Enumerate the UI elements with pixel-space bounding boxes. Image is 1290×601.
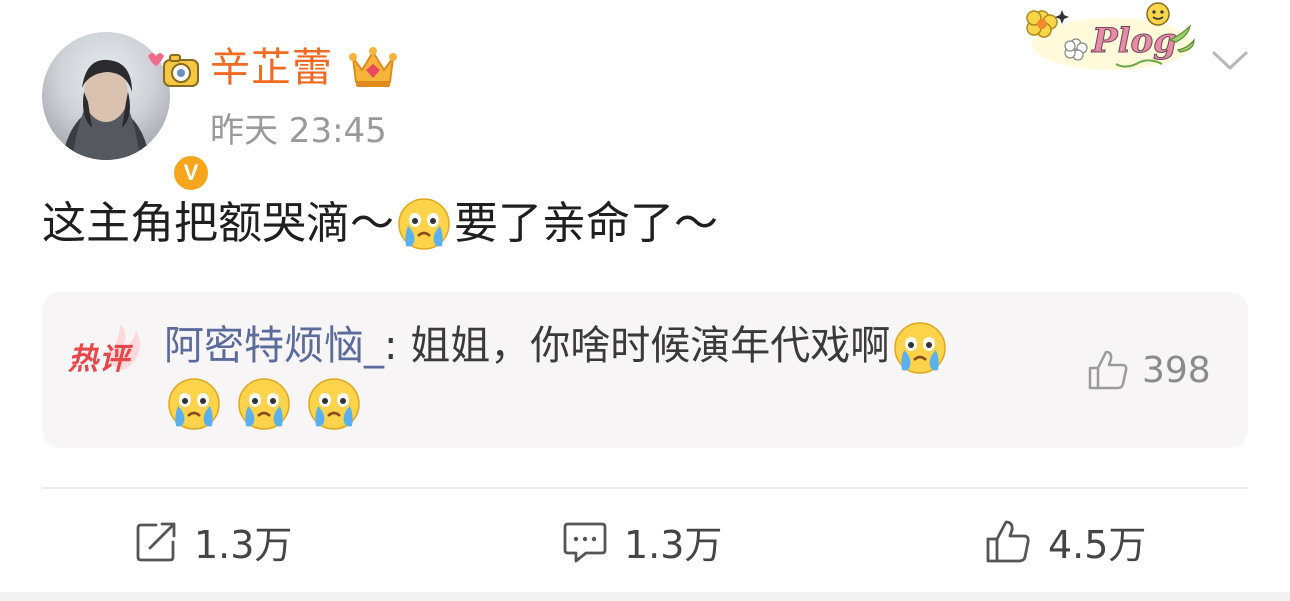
crying-face-emoji-icon: [398, 198, 450, 250]
thumbs-up-icon: [1088, 350, 1128, 390]
weibo-post-card: V 辛芷蕾 昨天 23:45 Plog 这主角把额哭滴～ 要了亲命了～ 热评 阿…: [0, 0, 1290, 601]
crying-face-emoji-icon: [168, 378, 220, 430]
post-text: 这主角把额哭滴～ 要了亲命了～: [42, 194, 718, 254]
divider: [42, 487, 1248, 489]
repost-icon: [136, 522, 176, 561]
avatar-container[interactable]: V: [42, 32, 212, 194]
comment-body: 姐姐，你啥时候演年代戏啊: [397, 323, 891, 369]
plog-sticker-icon[interactable]: Plog: [1020, 0, 1200, 76]
verified-badge: V: [170, 152, 212, 194]
hot-comment-box[interactable]: 热评 阿密特烦恼_: 姐姐，你啥时候演年代戏啊 398: [42, 292, 1248, 448]
comment-button[interactable]: 1.3万: [562, 514, 722, 569]
crown-icon: [349, 47, 397, 87]
hot-comment-line-2: [164, 376, 364, 432]
post-timestamp: 昨天 23:45: [210, 111, 387, 151]
hot-comment-badge: 热评: [68, 342, 130, 377]
comment-like-button[interactable]: 398: [1086, 348, 1211, 392]
like-button[interactable]: 4.5万: [984, 514, 1146, 569]
chevron-down-icon[interactable]: [1208, 44, 1252, 74]
post-text-part-2: 要了亲命了～: [454, 198, 718, 249]
comment-count: 1.3万: [624, 523, 723, 567]
crying-face-emoji-icon: [308, 378, 360, 430]
section-separator: [0, 592, 1290, 601]
like-count: 4.5万: [1048, 523, 1147, 567]
comment-icon: [563, 522, 607, 562]
crying-face-emoji-icon: [894, 322, 946, 374]
comment-username[interactable]: 阿密特烦恼_: [164, 323, 384, 369]
thumbs-up-icon: [986, 520, 1030, 562]
comment-separator: :: [384, 323, 398, 369]
verified-badge-letter: V: [183, 160, 199, 185]
author-name[interactable]: 辛芷蕾: [210, 40, 333, 96]
sticker-text: Plog: [1091, 21, 1177, 61]
hot-comment-line-1: 阿密特烦恼_: 姐姐，你啥时候演年代戏啊: [164, 318, 1044, 376]
post-text-part-1: 这主角把额哭滴～: [42, 198, 394, 249]
camera-pendant-icon: [148, 53, 199, 87]
repost-count: 1.3万: [194, 523, 293, 567]
comment-like-count: 398: [1142, 349, 1211, 391]
crying-face-emoji-icon: [238, 378, 290, 430]
repost-button[interactable]: 1.3万: [134, 514, 292, 569]
